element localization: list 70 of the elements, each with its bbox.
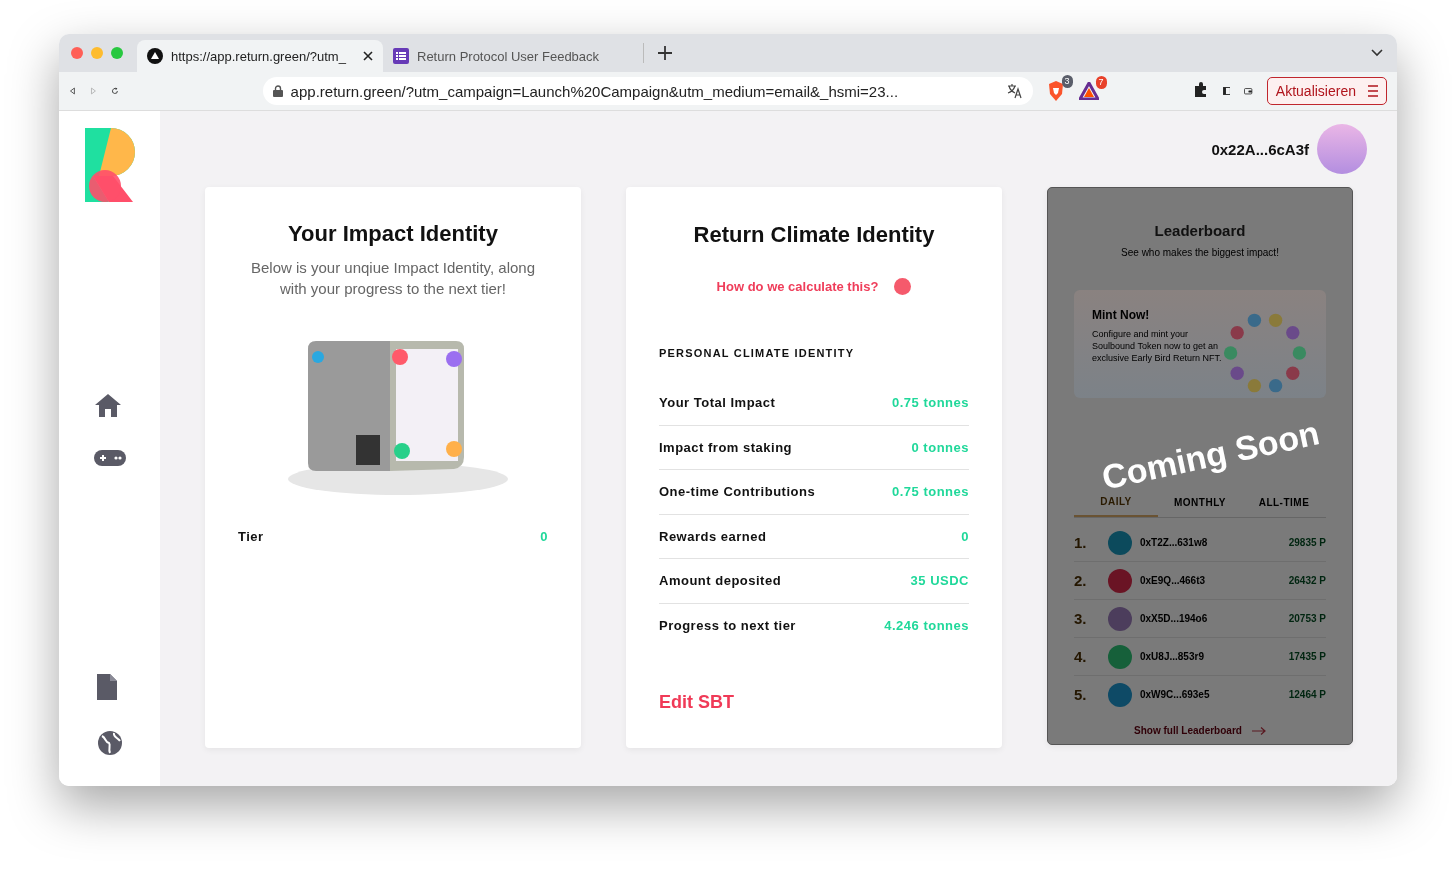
coming-soon-overlay: Coming Soon <box>1098 413 1323 497</box>
leaderboard-link[interactable]: Show full Leaderboard <box>1134 725 1266 736</box>
home-icon[interactable] <box>93 392 122 418</box>
rank-number: 5. <box>1074 686 1088 703</box>
new-tab-icon[interactable] <box>658 46 672 60</box>
count-badge: 3 <box>1061 75 1073 88</box>
rank-number: 1. <box>1074 534 1088 551</box>
points-value: 12464 P <box>1288 689 1326 700</box>
points-value: 20753 P <box>1288 613 1326 624</box>
menu-icon <box>1368 85 1378 97</box>
card-subtitle: Below is your unqiue Impact Identity, along with your progress to the next tier! <box>249 258 537 299</box>
stat-value: 35 USDC <box>910 573 969 589</box>
lock-icon <box>272 85 283 97</box>
form-list-icon <box>393 48 409 64</box>
card-title: Your Impact Identity <box>288 221 498 247</box>
stat-label: Rewards earned <box>659 528 767 544</box>
wallet-address: 0xU8J...853r9 <box>1140 651 1205 662</box>
update-button[interactable]: Aktualisieren <box>1266 77 1387 105</box>
promo-text: Configure and mint your Soulbound Token now to get an exclusive Early Bird Return NFT. <box>1092 328 1222 364</box>
address-bar[interactable]: app.return.green/?utm_campaign=Launch%20Campaign&utm_medium=email&_hsmi=23... <box>262 77 1033 105</box>
puzzle-icon[interactable] <box>1192 81 1209 97</box>
back-icon[interactable] <box>69 84 76 98</box>
promo-title: Mint Now! <box>1092 308 1151 322</box>
gamepad-icon[interactable] <box>93 448 126 468</box>
leaderboard-tab[interactable]: DAILY <box>1074 496 1158 517</box>
section-heading: PERSONAL CLIMATE IDENTITY <box>659 347 856 359</box>
points-value: 26432 P <box>1288 575 1326 586</box>
stat-label: Amount deposited <box>659 573 782 589</box>
stat-label: Impact from staking <box>659 439 793 455</box>
stat-label: One-time Contributions <box>659 484 816 500</box>
wallet-address: 0xX5D...194o6 <box>1140 613 1209 624</box>
arrow-right-icon <box>1251 726 1266 735</box>
tier-value: 0 <box>540 529 548 544</box>
wallet-address[interactable]: 0x22A...6cA3f <box>1211 140 1309 158</box>
translate-icon[interactable] <box>1006 83 1023 99</box>
browser-tab[interactable]: Return Protocol User Feedback <box>383 40 629 72</box>
document-icon[interactable] <box>96 674 117 700</box>
card-title: Return Climate Identity <box>692 222 936 248</box>
stat-value: 0.75 tonnes <box>891 395 969 411</box>
leaderboard-title: Leaderboard <box>1153 222 1247 239</box>
wallet-address: 0xW9C...693e5 <box>1140 689 1211 700</box>
points-value: 17435 P <box>1288 651 1326 662</box>
wallet-address: 0xE9Q...466t3 <box>1140 575 1207 586</box>
leaderboard-tab[interactable]: ALL-TIME <box>1242 496 1326 517</box>
stat-label: Your Total Impact <box>659 395 776 411</box>
stat-value: 0 tonnes <box>911 439 969 455</box>
stat-value: 4.246 tonnes <box>884 617 969 633</box>
promo-card[interactable]: Mint Now! Configure and mint your Soulbound Token now to get an exclusive Early Bird Return NFT. <box>1074 290 1326 398</box>
info-icon[interactable] <box>894 278 912 295</box>
tier-label: Tier <box>238 529 264 544</box>
browser-tab[interactable]: https://app.return.green/?utm_ <box>137 40 383 72</box>
leaderboard-subtitle: See who makes the biggest impact! <box>1120 247 1280 258</box>
rank-number: 2. <box>1074 572 1088 589</box>
stat-value: 0 <box>961 528 969 544</box>
count-badge: 7 <box>1095 76 1107 89</box>
stat-label: Progress to next tier <box>659 617 796 633</box>
rank-number: 4. <box>1074 648 1088 665</box>
triangle-logo-icon <box>147 48 163 64</box>
colorful-letter-logo[interactable] <box>84 128 135 202</box>
forward-icon <box>89 84 97 98</box>
stat-value: 0.75 tonnes <box>891 484 969 500</box>
globe-icon[interactable] <box>96 730 123 756</box>
leaderboard-tab[interactable]: MONTHLY <box>1158 496 1242 517</box>
points-value: 29835 P <box>1288 537 1326 548</box>
help-link[interactable]: How do we calculate this? <box>716 279 879 294</box>
rank-number: 3. <box>1074 610 1088 627</box>
edit-button[interactable]: Edit SBT <box>659 692 734 713</box>
close-icon[interactable] <box>363 51 373 61</box>
chevron-down-icon[interactable] <box>1371 49 1383 57</box>
wallet-address: 0xT2Z...631w8 <box>1140 537 1209 548</box>
